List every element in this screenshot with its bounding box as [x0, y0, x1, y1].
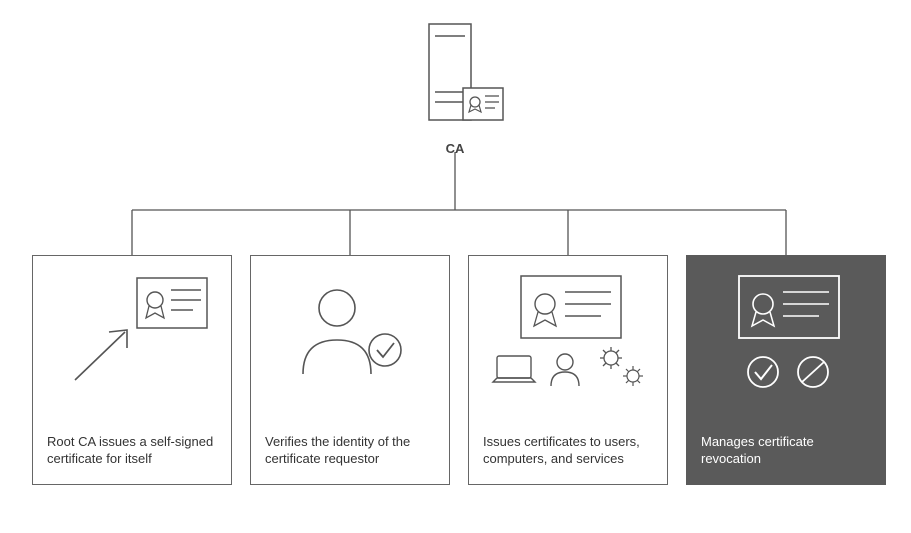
ca-root-node: CA — [405, 22, 505, 156]
certificate-approve-deny-icon — [701, 270, 871, 433]
card-manage-revocation: Manages certificate revocation — [686, 255, 886, 485]
arrow-to-certificate-icon — [47, 270, 217, 433]
server-with-certificate-icon — [405, 22, 505, 132]
card-verify-identity: Verifies the identity of the certificate… — [250, 255, 450, 485]
card-caption: Issues certificates to users, computers,… — [483, 433, 653, 468]
certificate-with-entities-icon — [483, 270, 653, 433]
card-row: Root CA issues a self-signed certificate… — [32, 255, 886, 485]
user-with-check-icon — [265, 270, 435, 433]
card-self-signed: Root CA issues a self-signed certificate… — [32, 255, 232, 485]
card-caption: Manages certificate revocation — [701, 433, 871, 468]
card-caption: Root CA issues a self-signed certificate… — [47, 433, 217, 468]
card-caption: Verifies the identity of the certificate… — [265, 433, 435, 468]
card-issue-certificates: Issues certificates to users, computers,… — [468, 255, 668, 485]
ca-label: CA — [405, 141, 505, 156]
